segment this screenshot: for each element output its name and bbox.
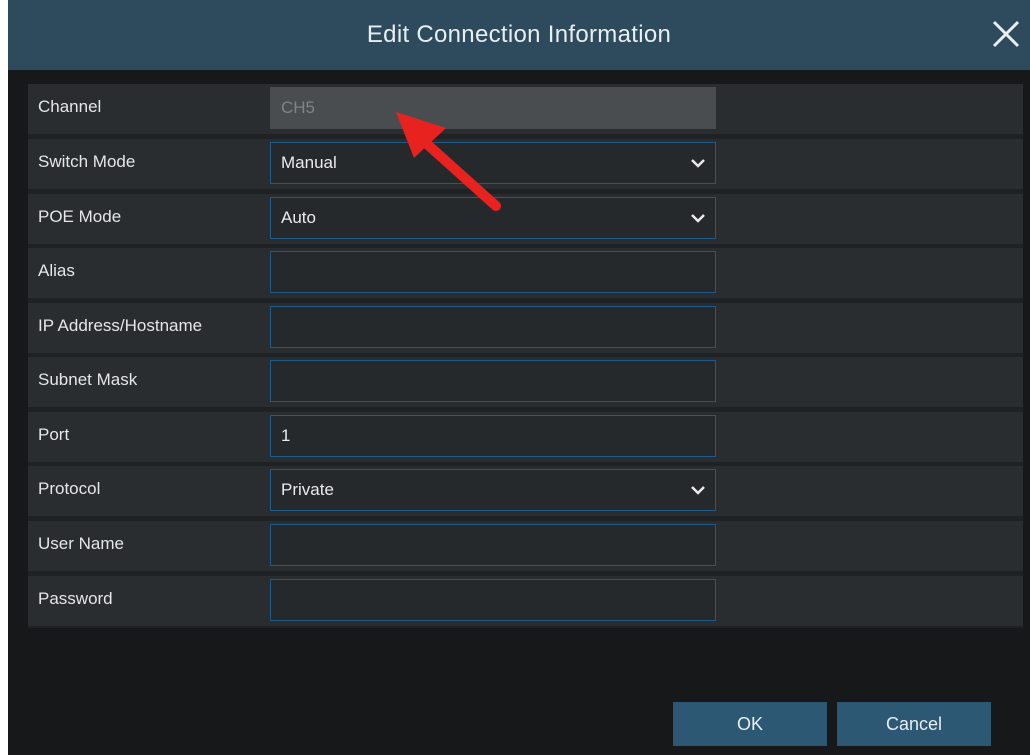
poe-mode-select[interactable]: Auto	[270, 197, 716, 239]
cancel-button[interactable]: Cancel	[837, 702, 991, 746]
poe-mode-value: Auto	[281, 208, 316, 227]
protocol-value: Private	[281, 480, 334, 499]
channel-label: Channel	[38, 97, 102, 116]
row-password: Password	[28, 576, 1023, 626]
channel-field: CH5	[270, 87, 716, 129]
close-icon[interactable]	[988, 16, 1024, 52]
row-port: Port 1	[28, 412, 1023, 462]
row-ip-address: IP Address/Hostname	[28, 303, 1023, 353]
protocol-label: Protocol	[38, 479, 101, 498]
row-poe-mode: POE Mode Auto	[28, 194, 1023, 244]
row-user-name: User Name	[28, 521, 1023, 571]
ip-address-input[interactable]	[270, 306, 716, 348]
row-protocol: Protocol Private	[28, 466, 1023, 516]
chevron-down-icon	[691, 212, 705, 224]
chevron-down-icon	[691, 484, 705, 496]
alias-label: Alias	[38, 261, 75, 280]
switch-mode-value: Manual	[281, 153, 337, 172]
user-name-input[interactable]	[270, 524, 716, 566]
subnet-mask-label: Subnet Mask	[38, 370, 138, 389]
subnet-mask-input[interactable]	[270, 360, 716, 402]
row-alias: Alias	[28, 248, 1023, 298]
switch-mode-label: Switch Mode	[38, 152, 136, 171]
connection-form: Channel CH5 Switch Mode Manual POE Mode …	[28, 84, 1023, 628]
row-subnet-mask: Subnet Mask	[28, 357, 1023, 407]
password-input[interactable]	[270, 579, 716, 621]
password-label: Password	[38, 589, 113, 608]
edit-connection-dialog: Edit Connection Information Channel CH5 …	[8, 0, 1030, 755]
port-input[interactable]: 1	[270, 415, 716, 457]
ok-button[interactable]: OK	[673, 702, 827, 746]
user-name-label: User Name	[38, 534, 124, 553]
port-label: Port	[38, 425, 70, 444]
chevron-down-icon	[691, 157, 705, 169]
row-channel: Channel CH5	[28, 84, 1023, 134]
protocol-select[interactable]: Private	[270, 469, 716, 511]
switch-mode-select[interactable]: Manual	[270, 142, 716, 184]
title-bar: Edit Connection Information	[8, 0, 1030, 70]
row-switch-mode: Switch Mode Manual	[28, 139, 1023, 189]
ip-address-label: IP Address/Hostname	[38, 316, 203, 335]
poe-mode-label: POE Mode	[38, 207, 122, 226]
alias-input[interactable]	[270, 251, 716, 293]
dialog-title: Edit Connection Information	[366, 21, 672, 48]
